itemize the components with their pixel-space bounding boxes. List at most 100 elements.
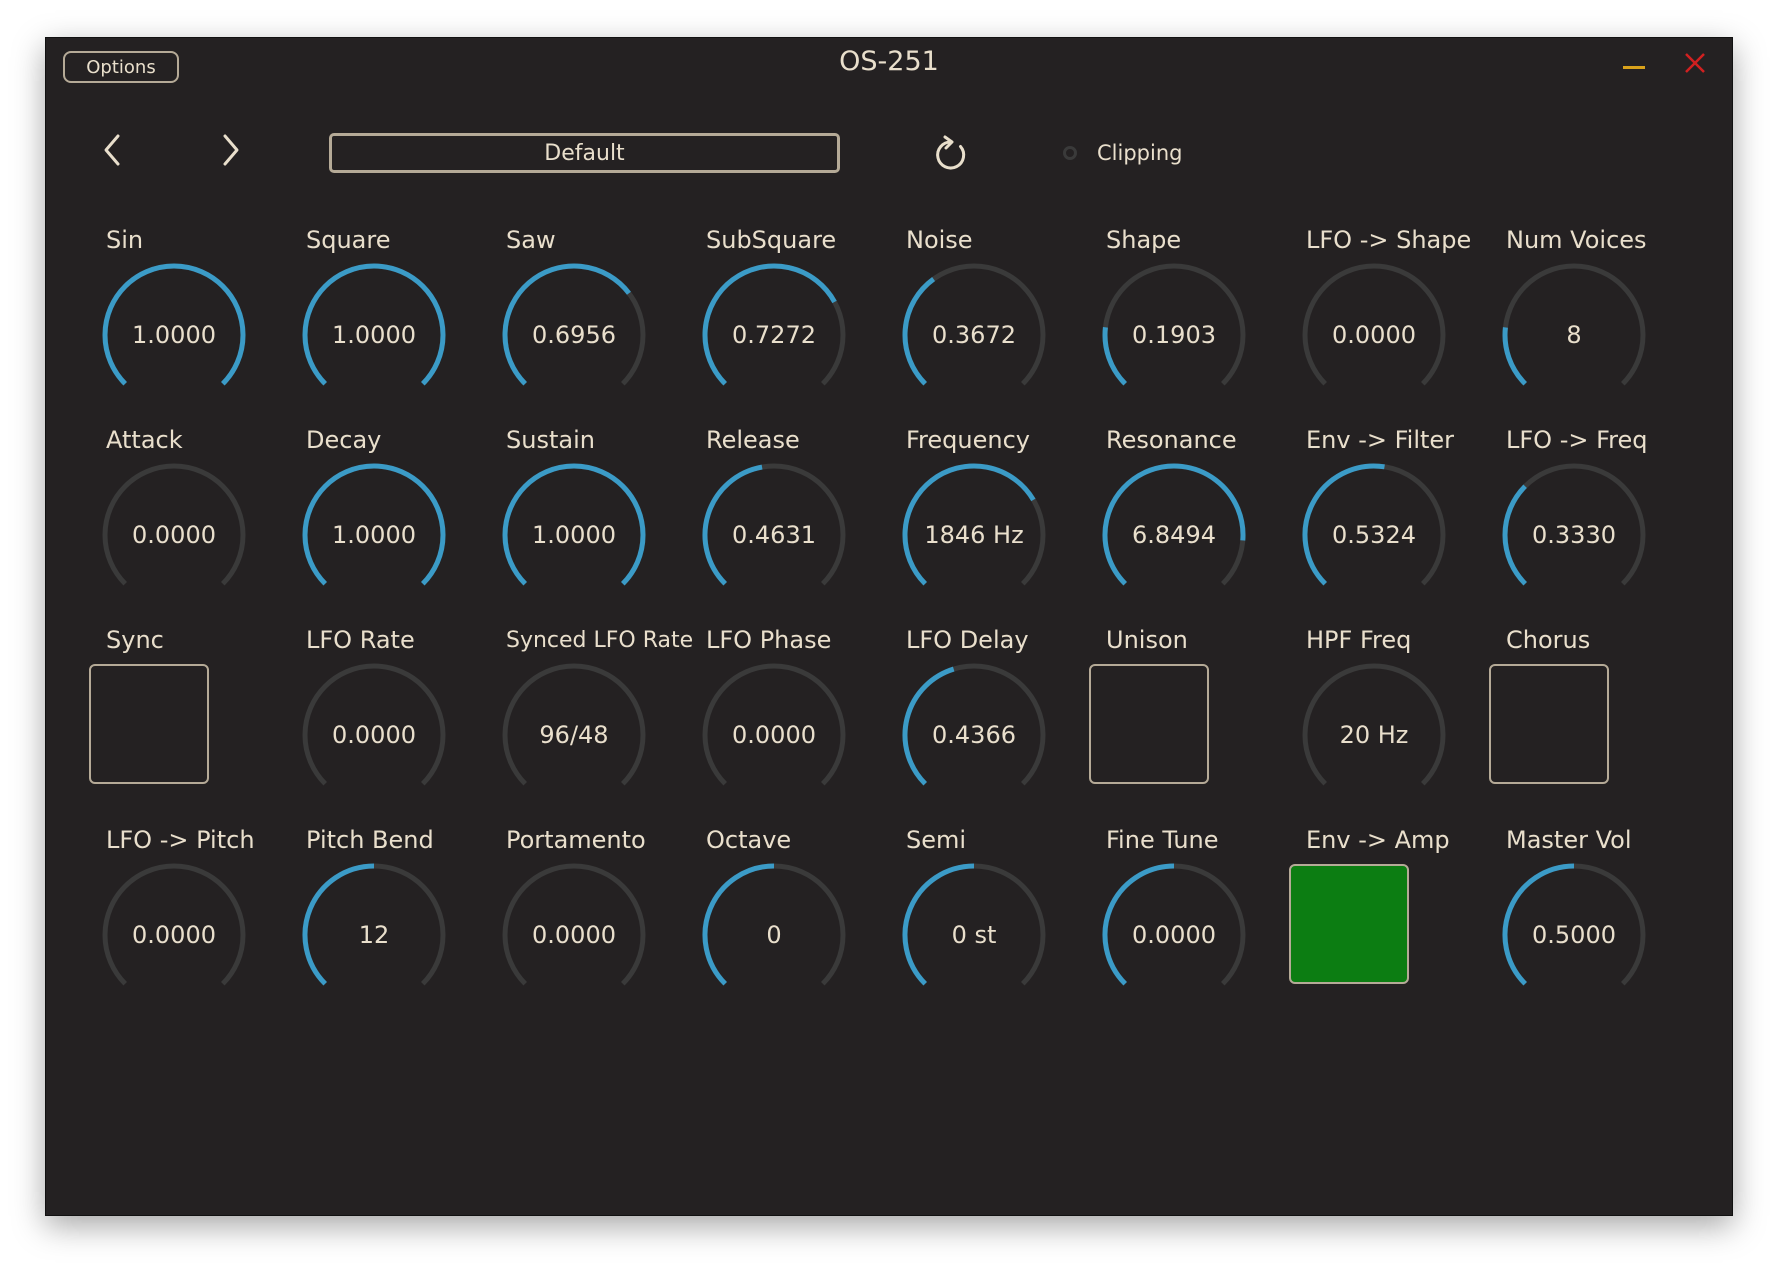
control-label: SubSquare bbox=[706, 226, 837, 254]
knob-value: 0.0000 bbox=[532, 921, 616, 949]
toggle-button[interactable] bbox=[1489, 664, 1609, 784]
reload-icon[interactable] bbox=[930, 134, 972, 176]
knob-value: 1.0000 bbox=[332, 521, 416, 549]
previous-preset-icon[interactable] bbox=[98, 130, 128, 170]
control-sustain: Sustain 1.0000 bbox=[496, 426, 686, 626]
control-lfo-to-shape: LFO -> Shape 0.0000 bbox=[1296, 226, 1486, 426]
control-label: LFO Rate bbox=[306, 626, 415, 654]
clipping-indicator bbox=[1063, 146, 1077, 160]
control-lfo-to-pitch: LFO -> Pitch 0.0000 bbox=[96, 826, 286, 1026]
control-label: Saw bbox=[506, 226, 556, 254]
knob-value: 0.3672 bbox=[932, 321, 1016, 349]
control-env-to-amp: Env -> Amp bbox=[1289, 826, 1486, 1026]
control-label: LFO Delay bbox=[906, 626, 1029, 654]
control-label: Num Voices bbox=[1506, 226, 1647, 254]
control-semi: Semi 0 st bbox=[896, 826, 1086, 1026]
control-label: LFO -> Shape bbox=[1306, 226, 1472, 254]
knob-value: 0.1903 bbox=[1132, 321, 1216, 349]
control-synced-lfo-rate: Synced LFO Rate 96/48 bbox=[496, 626, 693, 826]
knob-value: 0.3330 bbox=[1532, 521, 1616, 549]
control-label: Resonance bbox=[1106, 426, 1237, 454]
control-master-vol: Master Vol 0.5000 bbox=[1496, 826, 1686, 1026]
knob-value: 1.0000 bbox=[332, 321, 416, 349]
control-unison: Unison bbox=[1089, 626, 1286, 826]
control-label: Release bbox=[706, 426, 800, 454]
next-preset-icon[interactable] bbox=[215, 130, 245, 170]
knob-value: 0.0000 bbox=[332, 721, 416, 749]
toggle-button[interactable] bbox=[1089, 664, 1209, 784]
control-label: Sync bbox=[106, 626, 164, 654]
knob-value: 0 bbox=[766, 921, 782, 949]
knob-value: 0.4366 bbox=[932, 721, 1016, 749]
control-label: Frequency bbox=[906, 426, 1030, 454]
clipping-label: Clipping bbox=[1097, 141, 1183, 165]
control-label: Sin bbox=[106, 226, 144, 254]
control-sync: Sync bbox=[89, 626, 286, 826]
title-bar: Options OS-251 bbox=[46, 38, 1732, 92]
control-noise: Noise 0.3672 bbox=[896, 226, 1086, 426]
control-resonance: Resonance 6.8494 bbox=[1096, 426, 1286, 626]
control-fine-tune: Fine Tune 0.0000 bbox=[1096, 826, 1286, 1026]
knob-value: 1846 Hz bbox=[924, 521, 1024, 549]
knob-value: 96/48 bbox=[539, 721, 609, 749]
control-label: Attack bbox=[106, 426, 183, 454]
knob-value: 0.0000 bbox=[1132, 921, 1216, 949]
knob-value: 12 bbox=[358, 921, 390, 949]
control-label: LFO Phase bbox=[706, 626, 832, 654]
knob-value: 20 Hz bbox=[1339, 721, 1409, 749]
knob-value: 6.8494 bbox=[1132, 521, 1216, 549]
knob-value: 0.0000 bbox=[132, 921, 216, 949]
control-saw: Saw 0.6956 bbox=[496, 226, 686, 426]
control-octave: Octave 0 bbox=[696, 826, 886, 1026]
control-lfo-rate: LFO Rate 0.0000 bbox=[296, 626, 486, 826]
toggle-button[interactable] bbox=[1289, 864, 1409, 984]
control-portamento: Portamento 0.0000 bbox=[496, 826, 686, 1026]
control-label: LFO -> Pitch bbox=[106, 826, 255, 854]
control-label: Env -> Amp bbox=[1306, 826, 1450, 854]
synth-window: Options OS-251 Default Clipping Sin 1.000… bbox=[45, 37, 1733, 1216]
control-label: Fine Tune bbox=[1106, 826, 1219, 854]
control-lfo-delay: LFO Delay 0.4366 bbox=[896, 626, 1086, 826]
control-lfo-phase: LFO Phase 0.0000 bbox=[696, 626, 886, 826]
control-lfo-to-freq: LFO -> Freq 0.3330 bbox=[1496, 426, 1686, 626]
control-label: LFO -> Freq bbox=[1506, 426, 1648, 454]
knob-value: 1.0000 bbox=[532, 521, 616, 549]
control-subsquare: SubSquare 0.7272 bbox=[696, 226, 886, 426]
control-label: Shape bbox=[1106, 226, 1182, 254]
control-pitch-bend: Pitch Bend 12 bbox=[296, 826, 486, 1026]
control-label: Pitch Bend bbox=[306, 826, 434, 854]
knob-value: 0 st bbox=[951, 921, 997, 949]
control-shape: Shape 0.1903 bbox=[1096, 226, 1286, 426]
control-attack: Attack 0.0000 bbox=[96, 426, 286, 626]
control-label: Sustain bbox=[506, 426, 595, 454]
knob-value: 0.0000 bbox=[732, 721, 816, 749]
toggle-button[interactable] bbox=[89, 664, 209, 784]
control-label: Chorus bbox=[1506, 626, 1591, 654]
control-hpf-freq: HPF Freq 20 Hz bbox=[1296, 626, 1486, 826]
control-label: Square bbox=[306, 226, 391, 254]
control-frequency: Frequency 1846 Hz bbox=[896, 426, 1086, 626]
control-label: Octave bbox=[706, 826, 792, 854]
knob-value: 8 bbox=[1566, 321, 1582, 349]
preset-name-field[interactable]: Default bbox=[329, 133, 840, 173]
control-env-to-filter: Env -> Filter 0.5324 bbox=[1296, 426, 1486, 626]
control-decay: Decay 1.0000 bbox=[296, 426, 486, 626]
control-label: Master Vol bbox=[1506, 826, 1632, 854]
knob-value: 0.7272 bbox=[732, 321, 816, 349]
control-label: Semi bbox=[906, 826, 967, 854]
control-sin: Sin 1.0000 bbox=[96, 226, 286, 426]
knob-value: 0.6956 bbox=[532, 321, 616, 349]
close-icon[interactable] bbox=[1680, 48, 1710, 78]
control-label: Unison bbox=[1106, 626, 1188, 654]
control-num-voices: Num Voices 8 bbox=[1496, 226, 1686, 426]
control-label: Decay bbox=[306, 426, 382, 454]
control-release: Release 0.4631 bbox=[696, 426, 886, 626]
control-label: Portamento bbox=[506, 826, 646, 854]
control-label: HPF Freq bbox=[1306, 626, 1412, 654]
control-label: Noise bbox=[906, 226, 973, 254]
control-label: Synced LFO Rate bbox=[506, 628, 694, 653]
knob-value: 1.0000 bbox=[132, 321, 216, 349]
minimize-icon[interactable] bbox=[1623, 66, 1645, 69]
knob-value: 0.4631 bbox=[732, 521, 816, 549]
window-title: OS-251 bbox=[839, 46, 939, 77]
